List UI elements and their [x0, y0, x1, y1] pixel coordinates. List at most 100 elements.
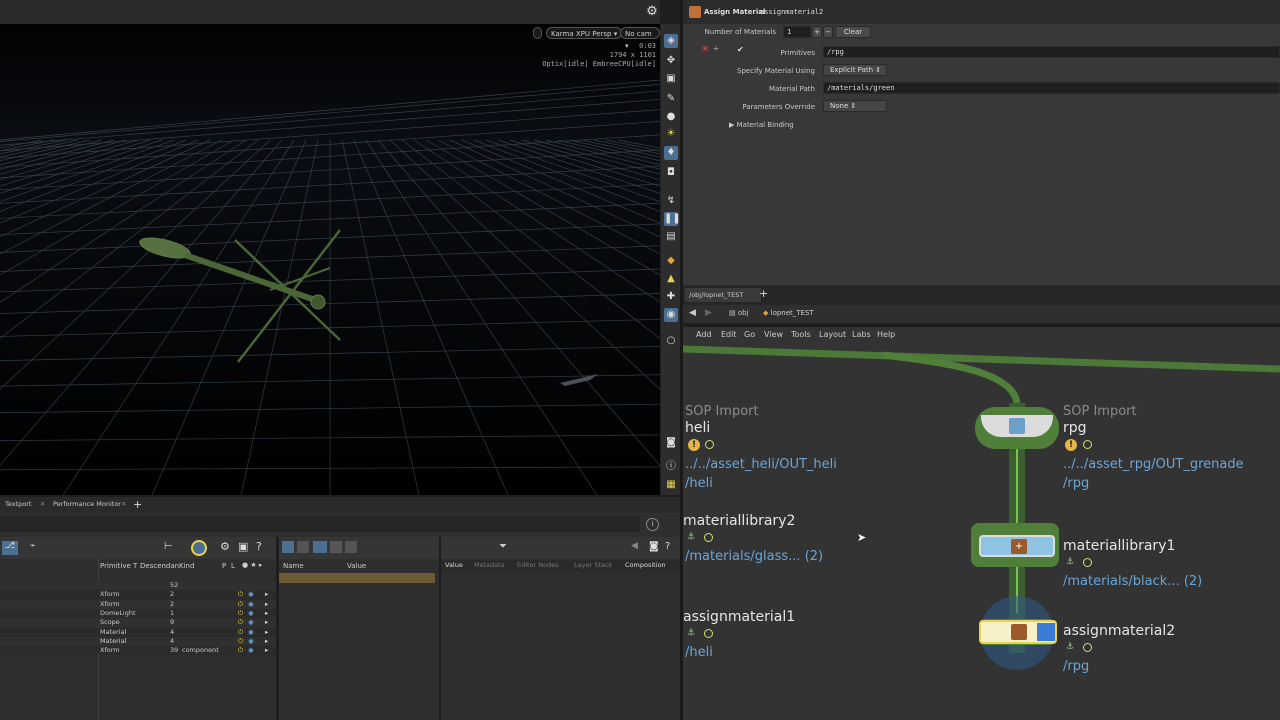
visibility-icon[interactable]: ⏻ — [238, 609, 243, 618]
scene-row[interactable]: Xform 2 ⏻ ◉ ▸ — [0, 599, 276, 609]
tab-composition[interactable]: Composition — [625, 561, 666, 569]
add-material-button[interactable]: + — [812, 26, 822, 38]
camera-tool-icon[interactable]: ◘ — [664, 166, 678, 180]
assign2-node[interactable] — [979, 620, 1057, 644]
render-tool-icon[interactable]: ○ — [664, 334, 678, 348]
network-editor[interactable]: SOP Import heli ! ../../asset_heli/OUT_h… — [683, 343, 1280, 720]
material-binding-folder[interactable]: ▶ Material Binding — [729, 121, 794, 129]
render-flag-icon[interactable]: ⚓ — [687, 628, 695, 638]
menu-edit[interactable]: Edit — [721, 330, 737, 339]
visibility-icon[interactable]: ⏻ — [238, 600, 243, 609]
material-path-field[interactable]: /materials/green — [823, 82, 1280, 94]
menu-layout[interactable]: Layout — [819, 330, 846, 339]
col-descendants[interactable]: Descendan — [140, 562, 179, 570]
camera-icon[interactable]: ◙ — [649, 541, 659, 552]
help-icon[interactable]: ? — [256, 540, 262, 553]
menu-add[interactable]: Add — [696, 330, 712, 339]
pause-tool-icon[interactable]: ❚❚ — [664, 212, 681, 226]
visibility-icon[interactable]: ⏻ — [238, 637, 243, 646]
renderer-menu[interactable]: Karma XPU Persp ▾ — [546, 27, 623, 39]
columns-icon[interactable] — [313, 541, 327, 553]
tab-performance-monitor[interactable]: Performance Monitor — [53, 500, 121, 508]
tab-textport[interactable]: Textport — [5, 500, 31, 508]
help-icon[interactable]: ? — [665, 541, 670, 552]
grid-icon[interactable] — [345, 541, 357, 553]
lock-icon[interactable]: ▣ — [238, 540, 248, 553]
light-tool-icon[interactable]: ✎ — [664, 92, 678, 106]
tab-editor-nodes[interactable]: Editor Nodes — [517, 561, 559, 569]
grid-layout-icon[interactable]: ▦ — [664, 478, 678, 492]
select-icon[interactable]: ▸ — [265, 646, 268, 655]
clear-button[interactable]: Clear — [835, 26, 871, 38]
visibility-icon[interactable]: ⏻ — [238, 628, 243, 637]
render-flag-icon[interactable]: ⚓ — [687, 532, 695, 542]
display-flag-icon[interactable] — [704, 533, 713, 542]
eye-icon[interactable]: ◉ — [248, 609, 254, 618]
select-icon[interactable]: ▸ — [265, 618, 268, 627]
filter-icon[interactable]: ⏷ — [499, 541, 507, 552]
params-override-menu[interactable]: None ⇕ — [823, 100, 887, 112]
select-icon[interactable]: ▸ — [265, 628, 268, 637]
specify-material-menu[interactable]: Explicit Path ⇕ — [823, 64, 887, 76]
sun-tool-icon[interactable]: ☀ — [664, 127, 678, 141]
rpg-node[interactable] — [981, 415, 1053, 437]
sphere-tool-icon[interactable]: ● — [664, 110, 678, 124]
info-icon[interactable]: ⓘ — [664, 460, 678, 474]
eye-icon[interactable]: ◉ — [248, 600, 254, 609]
scene-row[interactable]: Material 4 ⏻ ◉ ▸ — [0, 627, 276, 637]
gear-icon[interactable]: ⚙ — [220, 540, 230, 553]
select-icon[interactable]: ▸ — [265, 600, 268, 609]
heli-node-name[interactable]: heli — [685, 420, 710, 436]
col-primitive-type[interactable]: Primitive T — [100, 562, 137, 570]
transform-tool-icon[interactable]: ✥ — [664, 54, 678, 68]
snapshot-tool-icon[interactable]: ▤ — [664, 230, 678, 244]
add-tab-button[interactable]: + — [133, 498, 142, 511]
lock-icon[interactable] — [533, 27, 542, 39]
path-lopnet[interactable]: ◆ lopnet_TEST — [763, 309, 814, 317]
matlib1-node-name[interactable]: materiallibrary1 — [1063, 538, 1175, 554]
node-name-field[interactable]: assignmaterial2 — [760, 8, 823, 16]
visibility-tool-icon[interactable]: ◉ — [664, 308, 678, 322]
display-flag-icon[interactable] — [705, 440, 714, 449]
eye-icon[interactable]: ◉ — [248, 646, 254, 655]
sync-icon[interactable] — [191, 540, 207, 556]
scene-row[interactable]: DomeLight 1 ⏻ ◉ ▸ — [0, 608, 276, 619]
eye-icon[interactable]: ◉ — [248, 628, 254, 637]
add-tab-button[interactable]: + — [759, 287, 768, 300]
scene-row[interactable]: Scope 9 ⏻ ◉ ▸ — [0, 618, 276, 628]
col-l[interactable]: L — [231, 562, 235, 570]
tab-close-icon[interactable]: ✕ — [40, 500, 45, 508]
tab-value[interactable]: Value — [445, 561, 463, 569]
display-flag-icon[interactable] — [1083, 643, 1092, 652]
selected-property-row[interactable] — [279, 573, 435, 583]
menu-view[interactable]: View — [764, 330, 783, 339]
col-kind[interactable]: Kind — [179, 562, 194, 570]
eye-icon[interactable]: ◉ — [248, 637, 254, 646]
scene-graph-tree[interactable]: ⎇ ⌁ ⊢ ⚙ ▣ ? Primitive T Descendan Kind P… — [0, 537, 276, 720]
col-name[interactable]: Name — [283, 562, 304, 570]
display-flag-icon[interactable] — [704, 629, 713, 638]
filter-field[interactable] — [0, 516, 640, 532]
visibility-icon[interactable]: ⏻ — [238, 618, 243, 627]
num-materials-field[interactable]: 1 — [783, 26, 811, 38]
network-tab[interactable]: /obj/lopnet_TEST — [685, 288, 761, 302]
assign1-node-name[interactable]: assignmaterial1 — [683, 609, 795, 625]
ruler-tool-icon[interactable]: ▲ — [664, 272, 678, 286]
rpg-node-name[interactable]: rpg — [1063, 420, 1087, 436]
visibility-icon[interactable]: ⏻ — [238, 646, 243, 655]
matlib1-node[interactable]: + — [979, 535, 1055, 557]
scene-select-icon[interactable]: ⎇ — [2, 541, 18, 555]
list-icon[interactable] — [297, 541, 309, 553]
camera-icon[interactable]: ◙ — [664, 436, 678, 450]
select-tool-icon[interactable]: ◈ — [664, 34, 678, 48]
hierarchy-icon[interactable]: ⊢ — [164, 541, 173, 552]
back-arrow-icon[interactable]: ◀ — [689, 308, 696, 318]
handle-tool-icon[interactable]: ↯ — [664, 194, 678, 208]
viewport-3d[interactable]: ⚙ ? Karma XPU Persp ▾ No cam ▾ 0:03 1794… — [0, 0, 660, 495]
visibility-icon[interactable]: ⏻ — [238, 590, 243, 599]
lock-tool-icon[interactable]: ▣ — [664, 72, 678, 86]
scene-row[interactable]: 52 — [0, 581, 276, 591]
scene-row[interactable]: Xform 39 component ⏻ ◉ ▸ — [0, 646, 276, 656]
menu-tools[interactable]: Tools — [791, 330, 811, 339]
display-flag-icon[interactable] — [1083, 440, 1092, 449]
